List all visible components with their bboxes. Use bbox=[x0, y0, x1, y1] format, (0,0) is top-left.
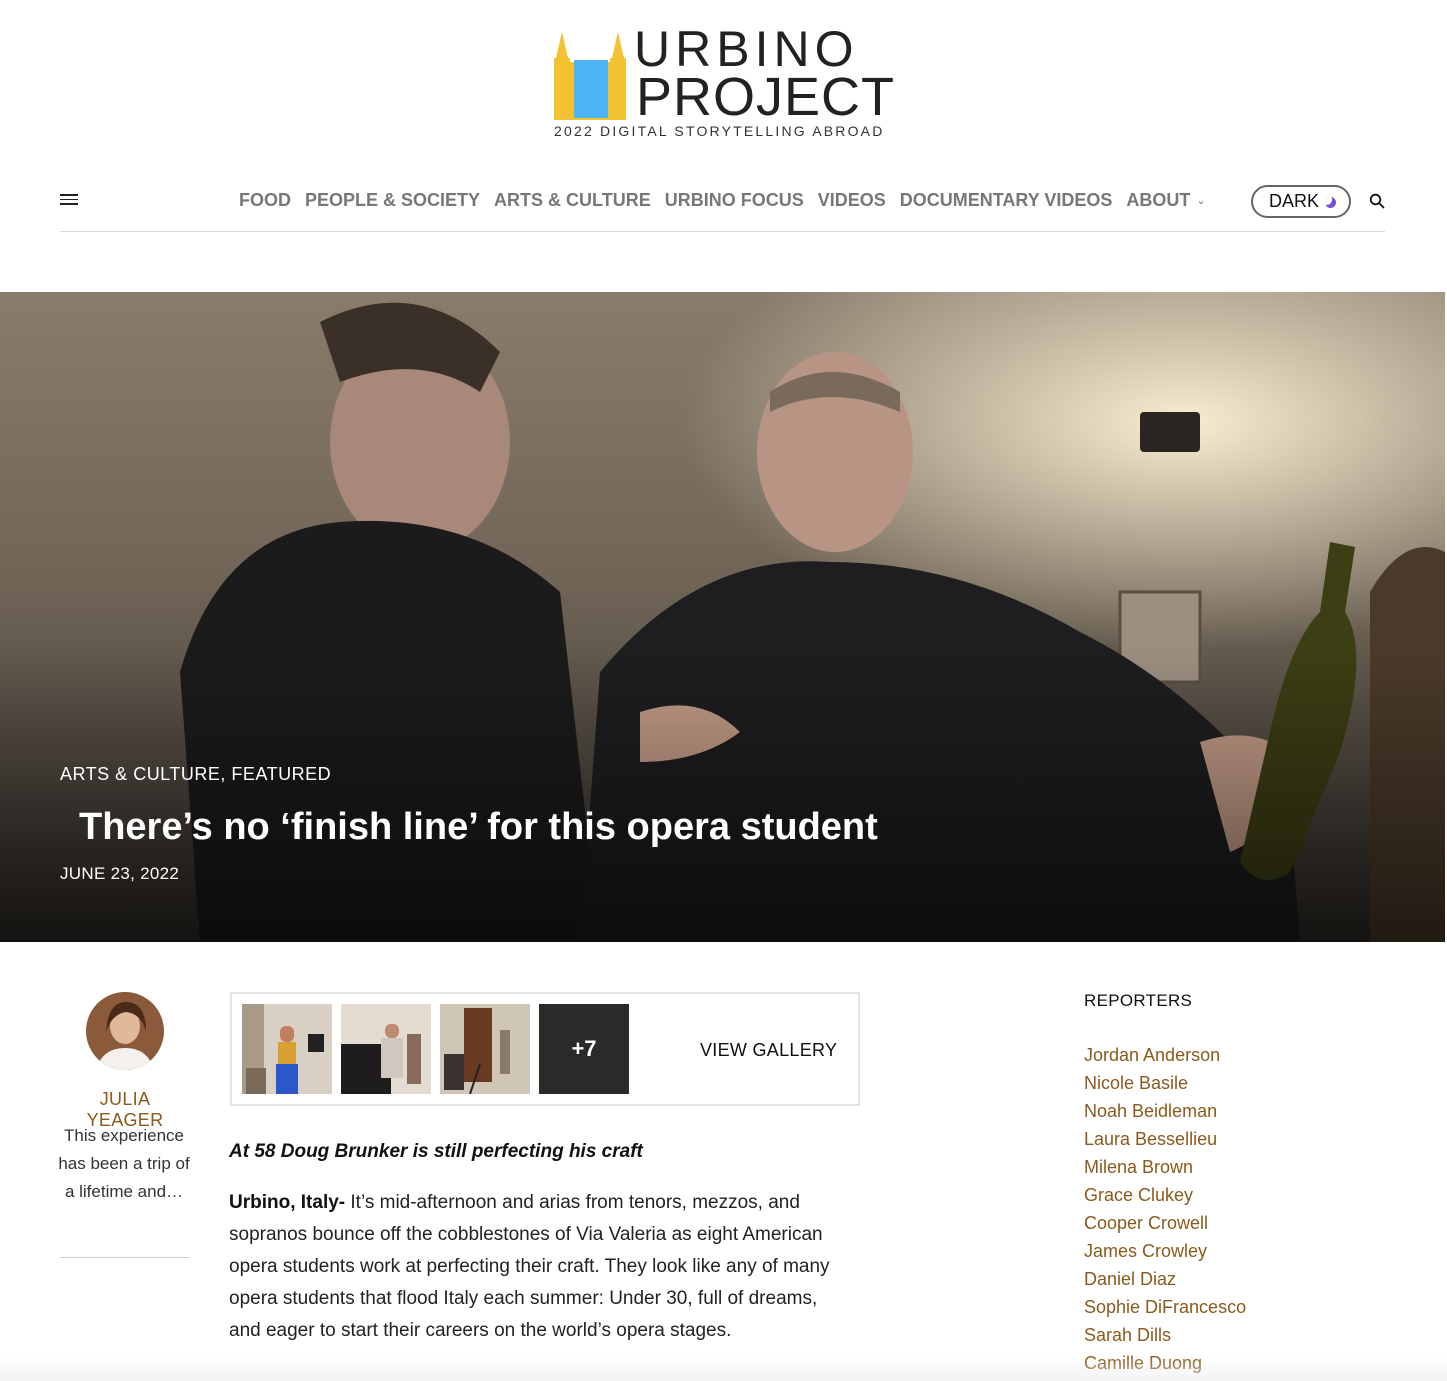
chevron-down-icon: ⌄ bbox=[1196, 195, 1206, 207]
reporter-link[interactable]: Daniel Diaz bbox=[1084, 1265, 1246, 1293]
reporter-link[interactable]: Cooper Crowell bbox=[1084, 1209, 1246, 1237]
gallery-thumbnail[interactable] bbox=[341, 1004, 431, 1094]
category-arts-culture-link[interactable]: ARTS & CULTURE bbox=[60, 764, 220, 784]
gallery-photo bbox=[341, 1004, 431, 1094]
hamburger-icon[interactable] bbox=[60, 194, 78, 208]
divider bbox=[60, 1257, 190, 1258]
logo-word-project: PROJECT bbox=[636, 67, 896, 127]
search-icon[interactable] bbox=[1369, 193, 1385, 209]
moon-icon bbox=[1325, 197, 1336, 208]
reporter-link[interactable]: Laura Bessellieu bbox=[1084, 1125, 1246, 1153]
hero-image: ARTS & CULTURE, FEATURED There’s no ‘fin… bbox=[0, 292, 1445, 942]
post-categories: ARTS & CULTURE, FEATURED bbox=[60, 764, 331, 785]
nav-item-documentary-videos[interactable]: DOCUMENTARY VIDEOS bbox=[900, 190, 1113, 211]
nav-item-label: ABOUT bbox=[1126, 190, 1191, 210]
menu: FOOD PEOPLE & SOCIETY ARTS & CULTURE URB… bbox=[239, 190, 1220, 211]
reporter-link[interactable]: Sarah Dills bbox=[1084, 1321, 1246, 1349]
logo-tagline: 2022 DIGITAL STORYTELLING ABROAD bbox=[554, 123, 885, 139]
nav-item-label: PEOPLE & SOCIETY bbox=[305, 190, 481, 210]
reporter-link[interactable]: Sophie DiFrancesco bbox=[1084, 1293, 1246, 1321]
nav-item-videos[interactable]: VIDEOS bbox=[818, 190, 886, 211]
main-nav: FOOD PEOPLE & SOCIETY ARTS & CULTURE URB… bbox=[60, 178, 1385, 232]
gallery-photo bbox=[242, 1004, 332, 1094]
post-title: There’s no ‘finish line’ for this opera … bbox=[79, 806, 878, 848]
nav-item-label: ARTS & CULTURE bbox=[494, 190, 651, 210]
category-featured-link[interactable]: FEATURED bbox=[231, 764, 331, 784]
category-separator: , bbox=[220, 764, 226, 784]
gallery-photo bbox=[440, 1004, 530, 1094]
bottom-fade bbox=[0, 1355, 1447, 1381]
reporter-link[interactable]: Jordan Anderson bbox=[1084, 1041, 1246, 1069]
reporters-heading: REPORTERS bbox=[1084, 991, 1193, 1010]
gallery-thumbnail[interactable] bbox=[440, 1004, 530, 1094]
reporter-link[interactable]: Milena Brown bbox=[1084, 1153, 1246, 1181]
article-lede: At 58 Doug Brunker is still perfecting h… bbox=[229, 1141, 643, 1162]
view-gallery-button[interactable]: VIEW GALLERY bbox=[700, 1040, 837, 1061]
reporter-link[interactable]: Grace Clukey bbox=[1084, 1181, 1246, 1209]
reporters-list: Jordan Anderson Nicole Basile Noah Beidl… bbox=[1084, 1041, 1246, 1377]
article-dateline: Urbino, Italy- bbox=[229, 1192, 346, 1213]
photo-gallery: +7 VIEW GALLERY bbox=[230, 992, 860, 1106]
gallery-thumbnail[interactable] bbox=[242, 1004, 332, 1094]
article-paragraph-text: It’s mid-afternoon and arias from tenors… bbox=[229, 1192, 830, 1341]
towers-logo-icon bbox=[554, 32, 626, 120]
nav-item-label: URBINO FOCUS bbox=[664, 190, 804, 210]
nav-item-label: VIDEOS bbox=[817, 190, 886, 210]
reporter-link[interactable]: James Crowley bbox=[1084, 1237, 1246, 1265]
nav-item-food[interactable]: FOOD bbox=[239, 190, 291, 211]
gallery-more-thumbnail[interactable]: +7 bbox=[539, 1004, 629, 1094]
dark-mode-toggle[interactable]: DARK bbox=[1251, 185, 1351, 218]
nav-item-people-society[interactable]: PEOPLE & SOCIETY bbox=[305, 190, 480, 211]
nav-item-about[interactable]: ABOUT ⌄ bbox=[1126, 190, 1205, 211]
gallery-more-count: +7 bbox=[571, 1036, 597, 1061]
nav-item-arts-culture[interactable]: ARTS & CULTURE bbox=[494, 190, 651, 211]
site-logo[interactable]: URBINO PROJECT 2022 DIGITAL STORYTELLING… bbox=[550, 24, 900, 144]
nav-item-label: FOOD bbox=[239, 190, 291, 210]
author-photo bbox=[86, 992, 164, 1070]
nav-item-urbino-focus[interactable]: URBINO FOCUS bbox=[665, 190, 804, 211]
article-paragraph: Urbino, Italy- It’s mid-afternoon and ar… bbox=[229, 1187, 854, 1347]
author-avatar[interactable] bbox=[86, 992, 164, 1070]
dark-toggle-label: DARK bbox=[1269, 191, 1320, 211]
post-date: JUNE 23, 2022 bbox=[60, 864, 180, 883]
reporter-link[interactable]: Noah Beidleman bbox=[1084, 1097, 1246, 1125]
reporter-link[interactable]: Nicole Basile bbox=[1084, 1069, 1246, 1097]
author-bio: This experience has been a trip of a lif… bbox=[58, 1126, 190, 1201]
nav-item-label: DOCUMENTARY VIDEOS bbox=[899, 190, 1113, 210]
